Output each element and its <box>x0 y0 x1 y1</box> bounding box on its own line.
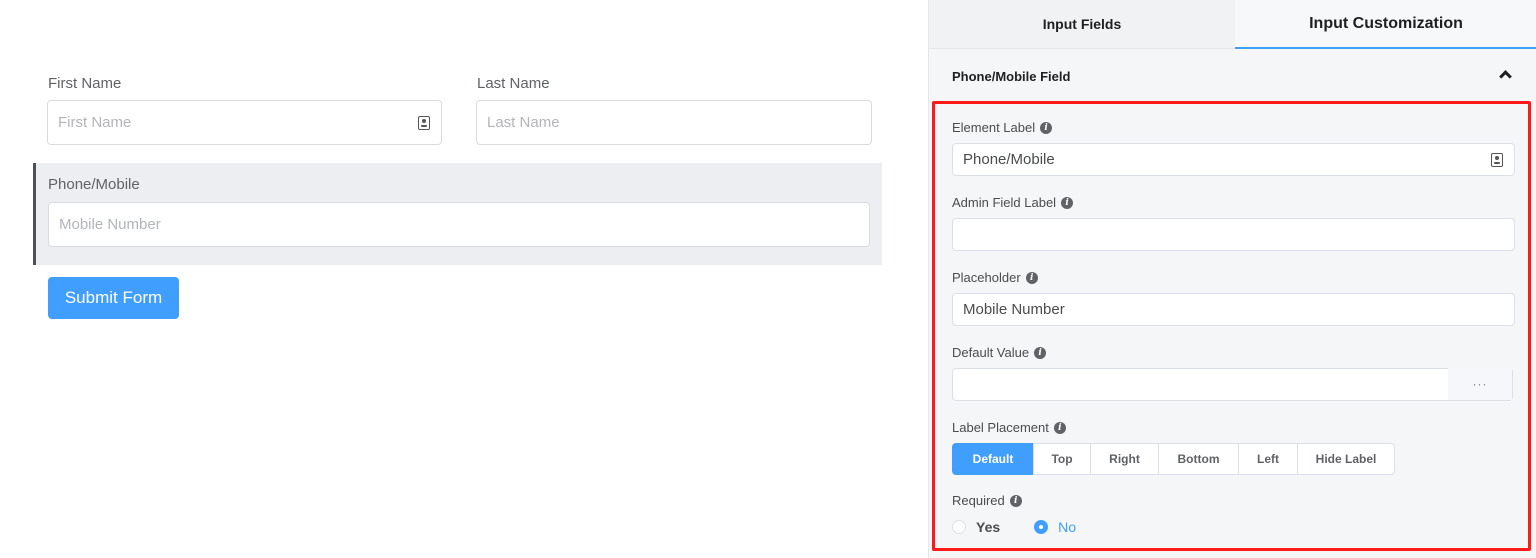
more-options-button[interactable]: ··· <box>1448 368 1512 400</box>
tab-input-fields[interactable]: Input Fields <box>929 0 1235 49</box>
last-name-input[interactable]: Last Name <box>476 100 872 145</box>
admin-field-label-text: Admin Field Label <box>952 195 1057 210</box>
required-text: Required <box>952 493 1005 508</box>
required-label: Required i <box>952 493 1022 508</box>
editor-tabs: Input Fields Input Customization <box>929 0 1536 49</box>
info-icon[interactable]: i <box>1034 346 1047 359</box>
editor-panel: Input Fields Input Customization Phone/M… <box>928 0 1536 558</box>
first-name-placeholder: First Name <box>58 114 132 131</box>
info-icon[interactable]: i <box>1061 196 1074 209</box>
element-label-label: Element Label i <box>952 120 1053 135</box>
last-name-label: Last Name <box>477 75 550 92</box>
placeholder-text: Placeholder <box>952 270 1021 285</box>
admin-field-label-label: Admin Field Label i <box>952 195 1074 210</box>
placement-right-button[interactable]: Right <box>1090 443 1159 475</box>
info-icon[interactable]: i <box>1009 494 1022 507</box>
tab-input-customization[interactable]: Input Customization <box>1235 0 1536 49</box>
form-preview: First Name First Name Last Name Last Nam… <box>0 0 928 558</box>
label-placement-label: Label Placement i <box>952 420 1066 435</box>
required-no-label[interactable]: No <box>1058 519 1076 535</box>
required-yes-label[interactable]: Yes <box>976 519 1000 535</box>
contact-card-icon[interactable] <box>1491 153 1503 167</box>
section-header[interactable]: Phone/Mobile Field <box>929 49 1536 101</box>
placement-left-button[interactable]: Left <box>1238 443 1298 475</box>
section-title: Phone/Mobile Field <box>952 69 1071 84</box>
info-icon[interactable]: i <box>1053 421 1066 434</box>
required-no-radio[interactable] <box>1034 520 1049 534</box>
phone-field-block[interactable]: Phone/Mobile Mobile Number <box>33 163 882 265</box>
element-label-text: Element Label <box>952 120 1036 135</box>
placement-hide-label-button[interactable]: Hide Label <box>1297 443 1395 475</box>
element-label-input[interactable]: Phone/Mobile <box>952 143 1515 176</box>
default-value-text: Default Value <box>952 345 1030 360</box>
placeholder-label: Placeholder i <box>952 270 1038 285</box>
info-icon[interactable]: i <box>1025 271 1038 284</box>
default-value-label: Default Value i <box>952 345 1047 360</box>
placement-top-button[interactable]: Top <box>1033 443 1091 475</box>
contact-card-icon[interactable] <box>418 116 430 130</box>
admin-field-label-input[interactable] <box>952 218 1515 251</box>
placement-bottom-button[interactable]: Bottom <box>1158 443 1239 475</box>
submit-form-button[interactable]: Submit Form <box>48 277 179 319</box>
element-label-value: Phone/Mobile <box>963 151 1055 168</box>
phone-label: Phone/Mobile <box>48 176 140 193</box>
phone-input[interactable]: Mobile Number <box>48 202 870 247</box>
first-name-label: First Name <box>48 75 122 92</box>
last-name-placeholder: Last Name <box>487 114 560 131</box>
placement-default-button[interactable]: Default <box>952 443 1034 475</box>
info-icon[interactable]: i <box>1040 121 1053 134</box>
required-yes-radio[interactable] <box>952 520 966 534</box>
phone-placeholder: Mobile Number <box>59 216 161 233</box>
default-value-input[interactable] <box>952 368 1513 401</box>
label-placement-text: Label Placement <box>952 420 1049 435</box>
required-radio-group: Yes No <box>952 519 1076 535</box>
placeholder-input[interactable]: Mobile Number <box>952 293 1515 326</box>
placeholder-value: Mobile Number <box>963 301 1065 318</box>
label-placement-group: Default Top Right Bottom Left Hide Label <box>952 443 1395 475</box>
first-name-input[interactable]: First Name <box>47 100 442 145</box>
